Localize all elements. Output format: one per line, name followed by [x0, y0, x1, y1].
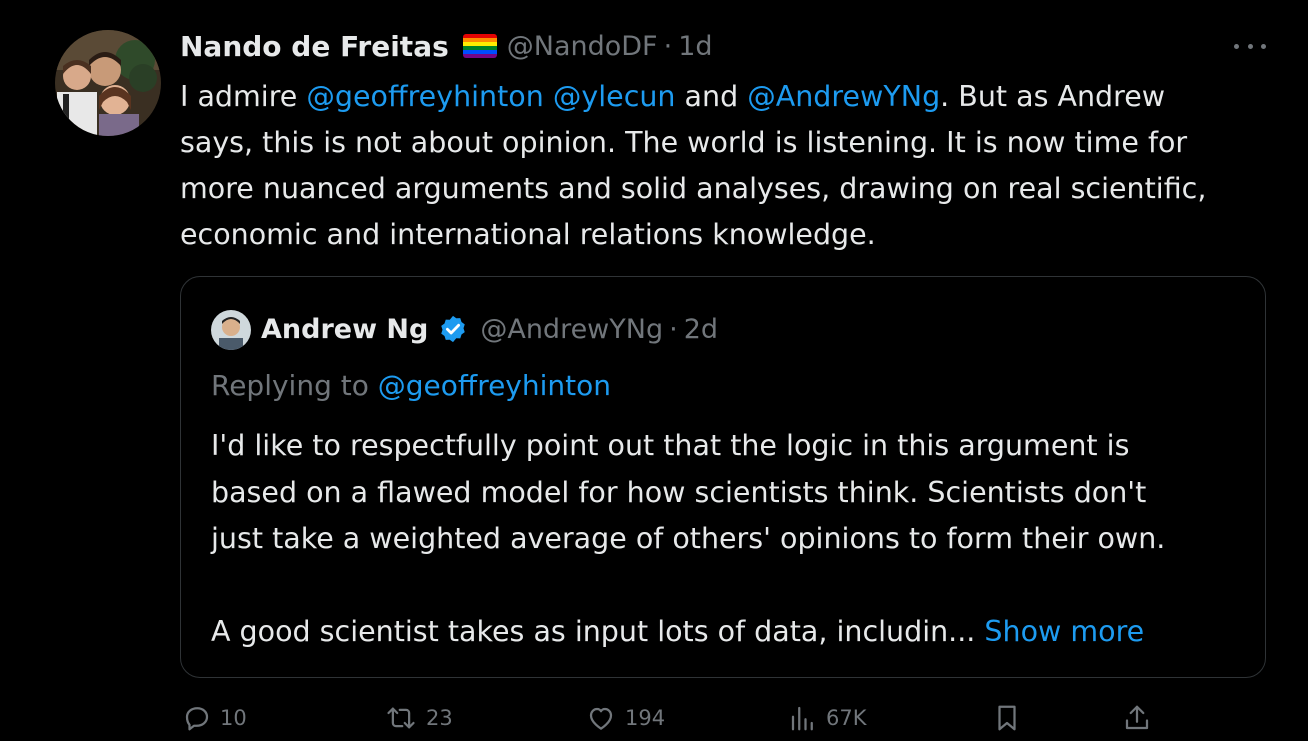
quoted-text-truncated: A good scientist takes as input lots of …: [211, 615, 976, 648]
author-handle[interactable]: @NandoDF: [507, 31, 658, 62]
views-count: 67K: [826, 706, 867, 730]
text-segment: . But as Andrew: [940, 80, 1166, 113]
tweet-timestamp[interactable]: 1d: [678, 31, 712, 62]
text-segment: [544, 80, 553, 113]
show-more-link[interactable]: Show more: [984, 615, 1144, 648]
replying-to: Replying to @geoffreyhinton: [211, 365, 611, 407]
quoted-author-handle[interactable]: @AndrewYNg: [480, 314, 663, 345]
quoted-text-line: based on a flawed model for how scientis…: [211, 475, 1147, 509]
mention-link[interactable]: @geoffreyhinton: [306, 80, 543, 113]
separator-dot: ·: [663, 30, 673, 62]
quoted-tweet-header: Andrew Ng @AndrewYNg · 2d: [261, 309, 718, 349]
bookmark-button[interactable]: [992, 700, 1030, 736]
share-icon: [1125, 705, 1149, 730]
repost-button[interactable]: 23: [384, 700, 453, 736]
mention-link[interactable]: @AndrewYNg: [747, 80, 940, 113]
replying-to-label: Replying to: [211, 369, 378, 402]
views-button[interactable]: 67K: [788, 700, 867, 736]
quoted-tweet-timestamp[interactable]: 2d: [684, 314, 718, 345]
quoted-text-line: I'd like to respectfully point out that …: [211, 429, 1130, 462]
text-segment: economic and international relations kno…: [180, 218, 876, 251]
replying-to-handle[interactable]: @geoffreyhinton: [378, 369, 611, 402]
text-segment: more nuanced arguments and solid analyse…: [180, 172, 1207, 205]
verified-badge-icon: [441, 315, 466, 343]
bookmark-icon: [998, 705, 1016, 731]
quoted-tweet[interactable]: Andrew Ng @AndrewYNg · 2d Replying to @g…: [180, 276, 1266, 678]
quoted-text-line: A good scientist takes as input lots of …: [211, 609, 1251, 656]
tweet-text-line: I admire @geoffreyhinton @ylecun and @An…: [180, 74, 1280, 120]
repost-icon: [387, 707, 415, 729]
text-segment: and: [675, 80, 748, 113]
reply-icon: [185, 707, 209, 731]
share-button[interactable]: [1122, 700, 1160, 736]
text-segment: I admire: [180, 80, 307, 113]
tweet-actions: 10 23 194 67K: [0, 700, 1308, 736]
like-button[interactable]: 194: [585, 700, 665, 736]
quoted-text-line: just take a weighted average of others' …: [211, 522, 1166, 555]
tweet-text: I admire @geoffreyhinton @ylecun and @An…: [180, 74, 1280, 258]
repost-count: 23: [426, 706, 453, 730]
reply-button[interactable]: 10: [182, 700, 247, 736]
heart-icon: [589, 707, 613, 730]
reply-count: 10: [220, 706, 247, 730]
quoted-tweet-text: I'd like to respectfully point out that …: [211, 423, 1251, 656]
tweet-text-line: economic and international relations kno…: [180, 212, 1280, 258]
like-count: 194: [625, 706, 666, 730]
text-segment: says, this is not about opinion. The wor…: [180, 126, 1188, 159]
quoted-author-avatar[interactable]: [211, 310, 251, 350]
separator-dot: ·: [669, 313, 678, 345]
author-name[interactable]: Nando de Freitas: [180, 30, 449, 63]
author-avatar[interactable]: [55, 30, 161, 136]
quoted-author-name[interactable]: Andrew Ng: [261, 314, 428, 345]
views-icon: [791, 706, 813, 731]
more-options-icon[interactable]: [1234, 34, 1266, 58]
tweet-header: Nando de Freitas @NandoDF · 1d: [180, 27, 713, 65]
mention-link[interactable]: @ylecun: [553, 80, 676, 113]
rainbow-flag-icon: [462, 34, 497, 58]
tweet-text-line: says, this is not about opinion. The wor…: [180, 120, 1280, 166]
tweet-text-line: more nuanced arguments and solid analyse…: [180, 166, 1280, 212]
